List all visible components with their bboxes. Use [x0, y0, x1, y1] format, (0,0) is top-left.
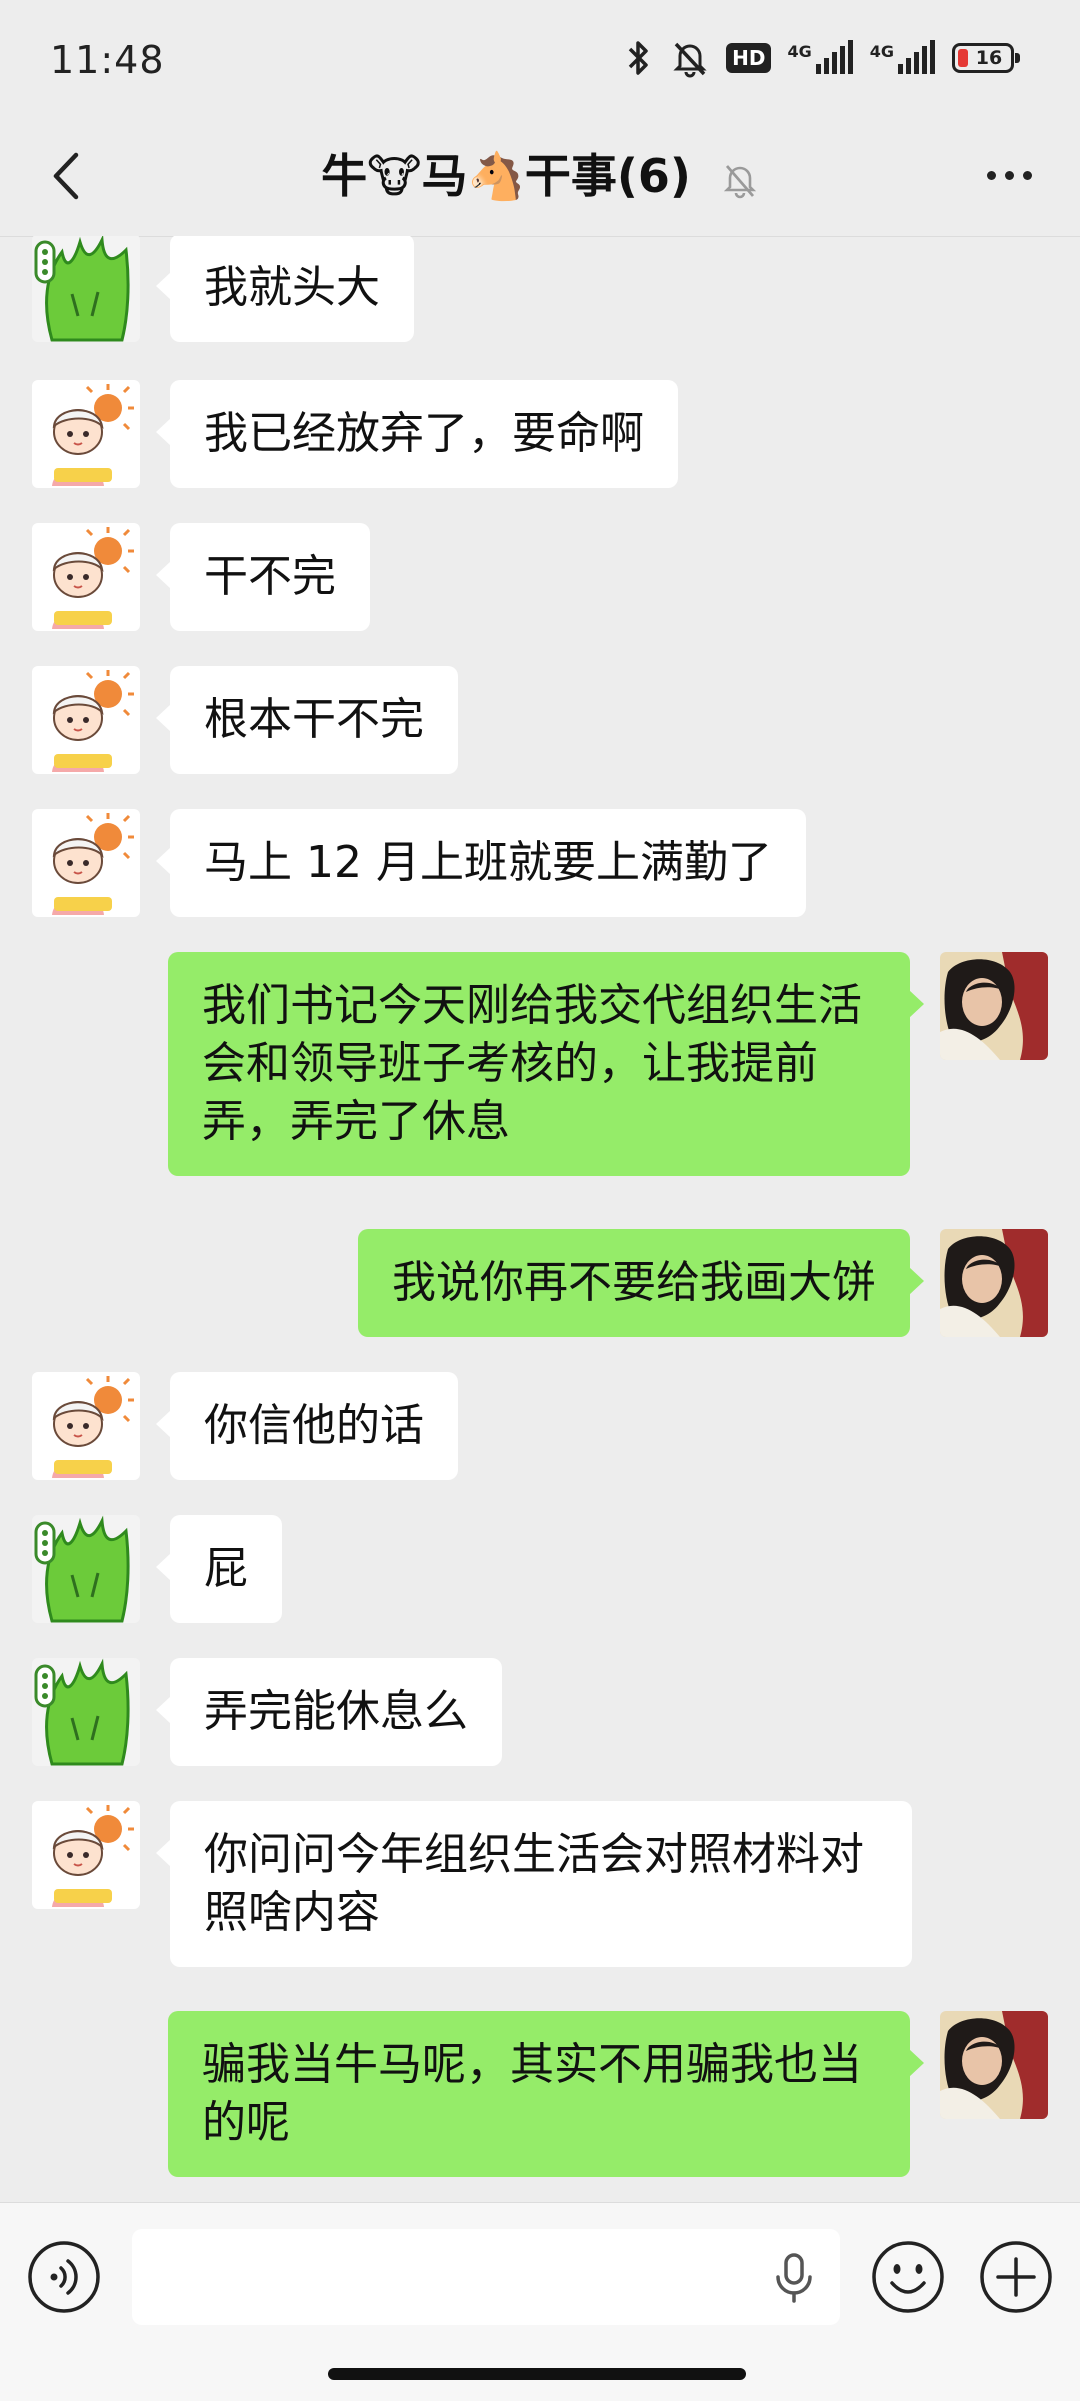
girl-photo-avatar[interactable]	[940, 952, 1048, 1060]
mic-button[interactable]	[770, 2253, 818, 2303]
boy-sun-avatar[interactable]	[32, 523, 140, 631]
message-bubble[interactable]: 骗我当牛马呢，其实不用骗我也当的呢	[168, 2011, 924, 2177]
signal-icon-1: 4G	[787, 40, 853, 76]
message-bubble[interactable]: 我说你再不要给我画大饼	[358, 1229, 924, 1337]
boy-sun-avatar[interactable]	[32, 380, 140, 488]
green-leaf-avatar[interactable]	[32, 1658, 140, 1766]
girl-photo-avatar[interactable]	[940, 2011, 1048, 2119]
status-bar: 11:48 HD 4G 4G 16	[0, 0, 1080, 120]
more-dots-icon	[986, 170, 996, 180]
message-bubble[interactable]: 屁	[156, 1515, 282, 1623]
bell-off-icon	[723, 164, 757, 198]
voice-icon	[28, 2241, 100, 2313]
plus-button[interactable]	[978, 2239, 1054, 2315]
voice-button[interactable]	[26, 2239, 102, 2315]
bluetooth-icon	[624, 38, 654, 78]
chat-header: 牛🐮马🐴干事(6)	[0, 120, 1080, 237]
more-options-button[interactable]	[974, 150, 1044, 200]
message-bubble[interactable]: 我就头大	[156, 236, 414, 342]
boy-sun-avatar[interactable]	[32, 666, 140, 774]
mic-icon	[776, 2253, 812, 2303]
message-bubble[interactable]: 干不完	[156, 523, 370, 631]
plus-icon	[980, 2241, 1052, 2313]
hd-icon: HD	[726, 43, 772, 73]
green-leaf-avatar[interactable]	[32, 1515, 140, 1623]
message-bubble[interactable]: 根本干不完	[156, 666, 458, 774]
green-leaf-avatar[interactable]	[32, 236, 140, 342]
chat-title: 牛🐮马🐴干事(6)	[321, 149, 691, 203]
message-bubble[interactable]: 你信他的话	[156, 1372, 458, 1480]
signal-icon-2: 4G	[870, 40, 936, 76]
battery-icon: 16	[952, 43, 1020, 73]
message-bubble[interactable]: 我已经放弃了，要命啊	[156, 380, 678, 488]
boy-sun-avatar[interactable]	[32, 1801, 140, 1909]
girl-photo-avatar[interactable]	[940, 1229, 1048, 1337]
message-list[interactable]: 我就头大 我已经放弃了，要命啊 干不完 根本干不完 马上 12 月上班就要上满勤…	[0, 236, 1080, 2202]
message-bubble[interactable]: 马上 12 月上班就要上满勤了	[156, 809, 806, 917]
message-bubble[interactable]: 弄完能休息么	[156, 1658, 502, 1766]
home-indicator[interactable]	[328, 2368, 746, 2380]
message-bubble[interactable]: 你问问今年组织生活会对照材料对照啥内容	[156, 1801, 912, 1967]
status-time: 11:48	[50, 38, 165, 82]
chat-title-row[interactable]: 牛🐮马🐴干事(6)	[0, 146, 1080, 206]
boy-sun-avatar[interactable]	[32, 1372, 140, 1480]
message-bubble[interactable]: 我们书记今天刚给我交代组织生活会和领导班子考核的，让我提前弄，弄完了休息	[168, 952, 924, 1176]
message-input[interactable]	[132, 2229, 840, 2325]
boy-sun-avatar[interactable]	[32, 809, 140, 917]
silent-bell-icon	[670, 38, 710, 78]
emoji-icon	[872, 2241, 944, 2313]
status-icons: HD 4G 4G 16	[624, 34, 1020, 82]
emoji-button[interactable]	[870, 2239, 946, 2315]
